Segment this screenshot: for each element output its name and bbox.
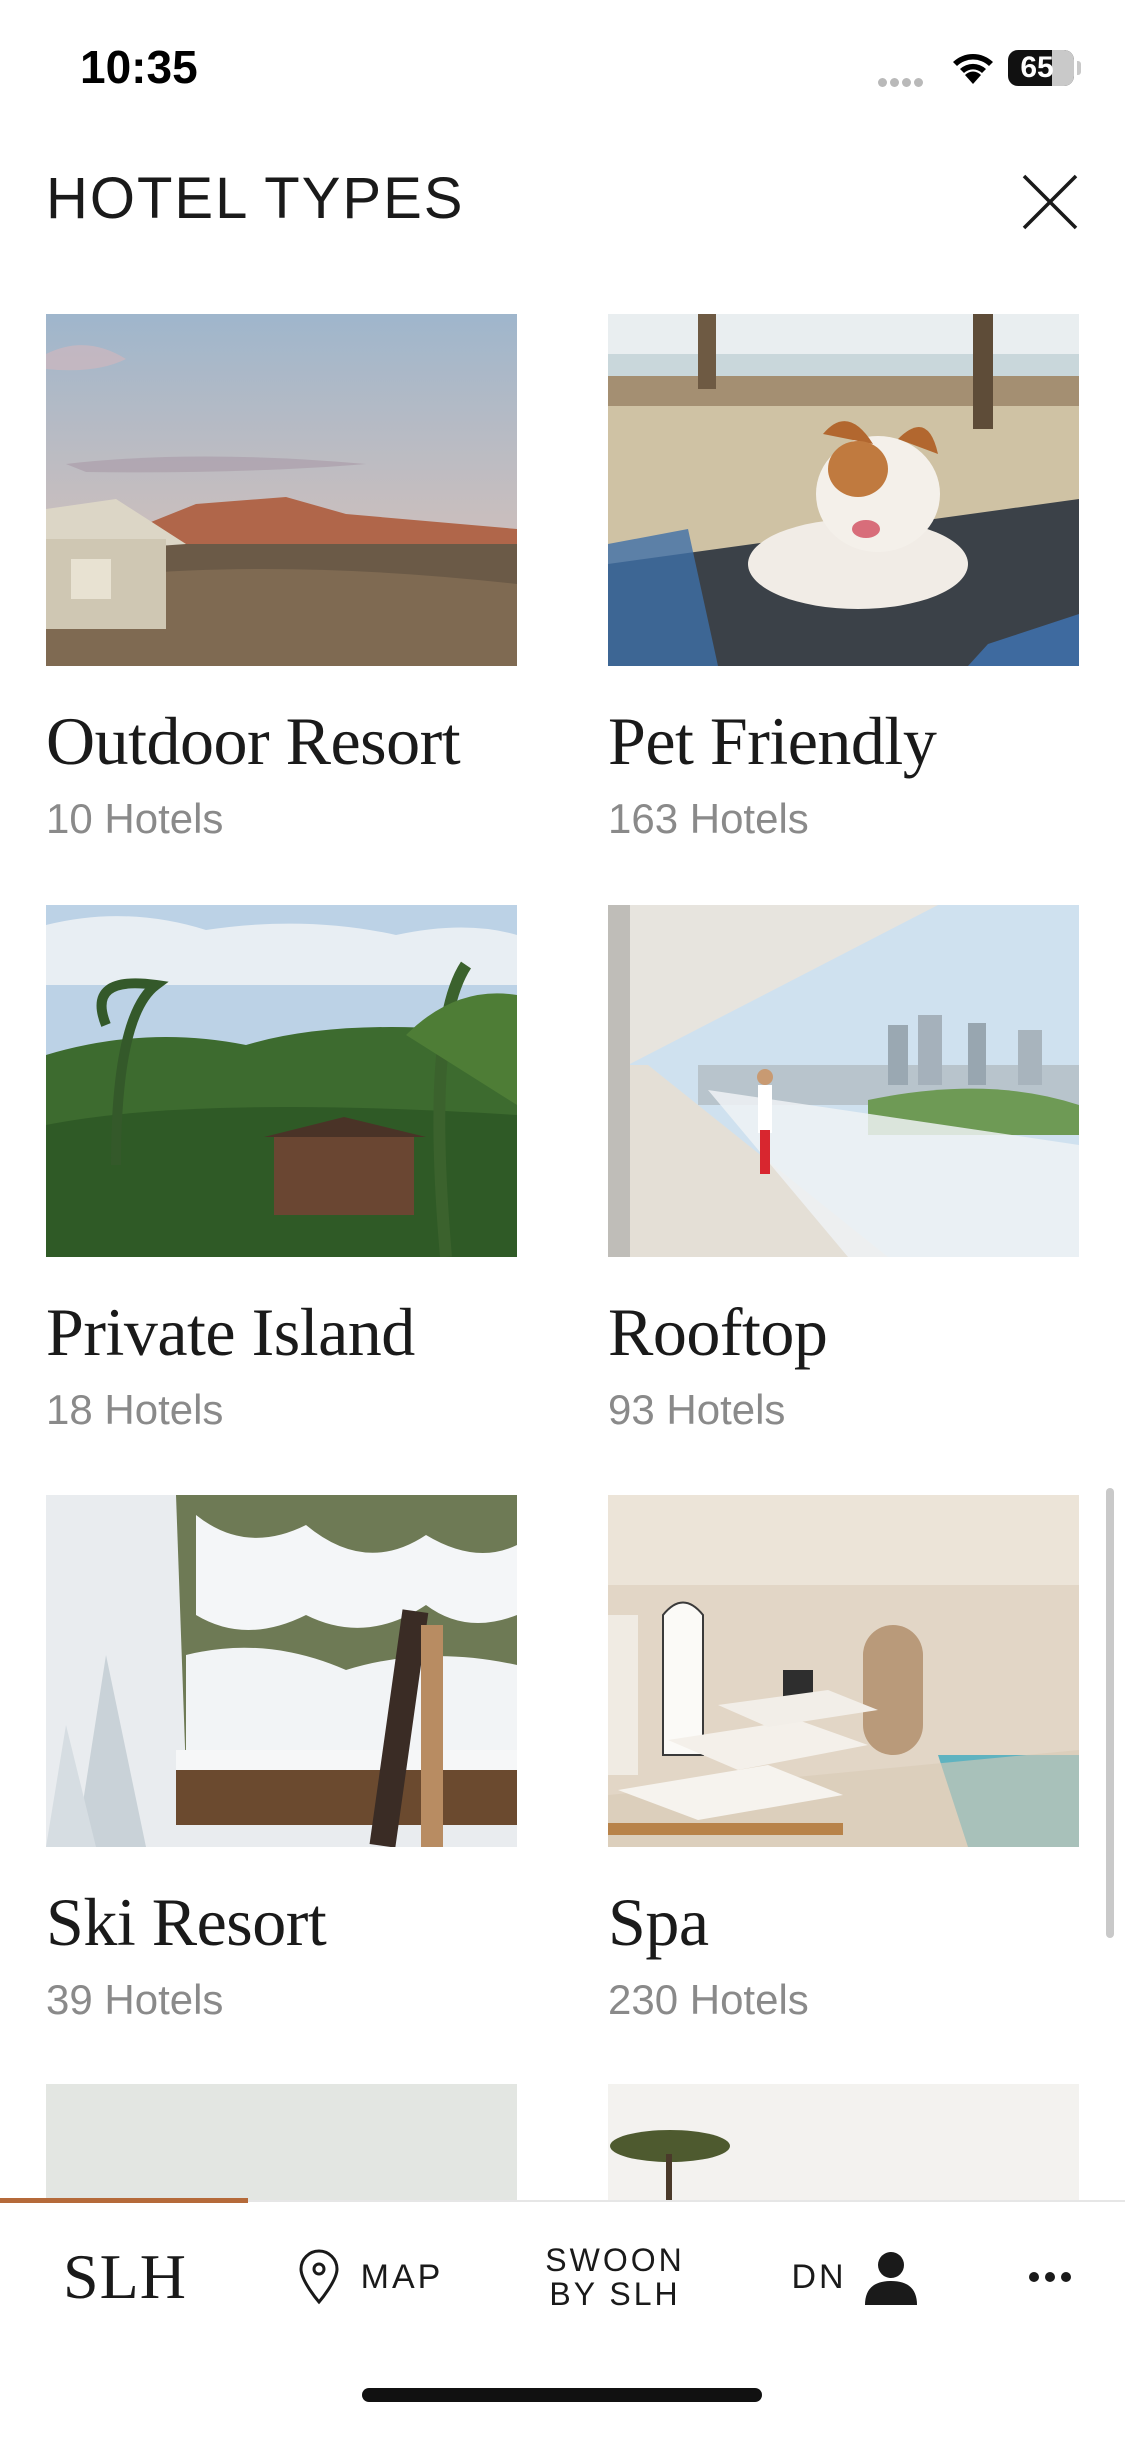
page-title: HOTEL TYPES — [46, 166, 465, 231]
close-button[interactable] — [1010, 162, 1090, 242]
pet-friendly-image — [608, 314, 1079, 666]
tab-more[interactable] — [1000, 2202, 1100, 2352]
user-icon — [864, 2252, 917, 2305]
home-indicator[interactable] — [362, 2388, 762, 2402]
hotel-type-name: Spa — [608, 1884, 709, 1960]
hotel-type-card-outdoor-resort[interactable]: Outdoor Resort 10 Hotels — [46, 314, 517, 843]
hotel-type-name: Private Island — [46, 1294, 415, 1370]
hotel-type-name: Rooftop — [608, 1294, 828, 1370]
hotel-type-card-ski-resort[interactable]: Ski Resort 39 Hotels — [46, 1495, 517, 2024]
scrollbar[interactable] — [1106, 1488, 1114, 1938]
battery-tip — [1077, 61, 1081, 75]
tab-home[interactable]: SLH — [0, 2202, 250, 2352]
private-island-image — [46, 905, 517, 1257]
hotel-type-card-private-island[interactable]: Private Island 18 Hotels — [46, 905, 517, 1434]
savanna-tree-image — [608, 2084, 1079, 2200]
spa-image — [608, 1495, 1079, 1847]
tab-swoon-line2: BY SLH — [549, 2276, 681, 2312]
hotel-type-count: 163 Hotels — [608, 795, 809, 842]
status-time: 10:35 — [80, 41, 198, 93]
more-icon — [1029, 2272, 1071, 2282]
hotel-type-name: Ski Resort — [46, 1884, 327, 1960]
hotel-type-count: 10 Hotels — [46, 795, 224, 842]
profile-initials: DN — [791, 2257, 847, 2296]
ski-resort-image — [46, 1495, 517, 1847]
hotel-type-card-spa[interactable]: Spa 230 Hotels — [608, 1495, 1079, 2024]
tab-swoon-line1: SWOON — [545, 2242, 685, 2278]
battery-icon: 65 — [1008, 50, 1074, 86]
outdoor-resort-image — [46, 314, 517, 666]
bottom-tab-bar: SLH MAP SWOON BY SLH DN — [0, 2198, 1125, 2438]
hotel-type-count: 18 Hotels — [46, 1386, 224, 1433]
tab-map-label: MAP — [360, 2257, 444, 2296]
hotel-type-count: 93 Hotels — [608, 1386, 786, 1433]
hotel-type-card-pet-friendly[interactable]: Pet Friendly 163 Hotels — [608, 314, 1079, 843]
wifi-icon — [948, 48, 998, 91]
cellular-signal-icon — [878, 74, 926, 92]
status-bar: 10:35 65 — [0, 0, 1125, 140]
hotel-type-card-partial[interactable] — [608, 2084, 1079, 2200]
hotel-type-card-partial[interactable] — [46, 2084, 517, 2200]
hotel-type-count: 39 Hotels — [46, 1976, 224, 2023]
map-pin-icon — [299, 2249, 339, 2305]
slh-logo: SLH — [63, 2241, 187, 2312]
tab-profile[interactable]: DN — [780, 2202, 930, 2352]
tab-map[interactable]: MAP — [270, 2202, 470, 2352]
rooftop-image — [608, 905, 1079, 1257]
hotel-type-name: Pet Friendly — [608, 703, 937, 779]
tab-swoon[interactable]: SWOON BY SLH — [520, 2202, 710, 2352]
close-icon — [1022, 174, 1078, 230]
hotel-type-count: 230 Hotels — [608, 1976, 809, 2023]
battery-level: 65 — [1020, 51, 1054, 84]
hotel-type-name: Outdoor Resort — [46, 703, 461, 779]
hotel-type-card-rooftop[interactable]: Rooftop 93 Hotels — [608, 905, 1079, 1434]
